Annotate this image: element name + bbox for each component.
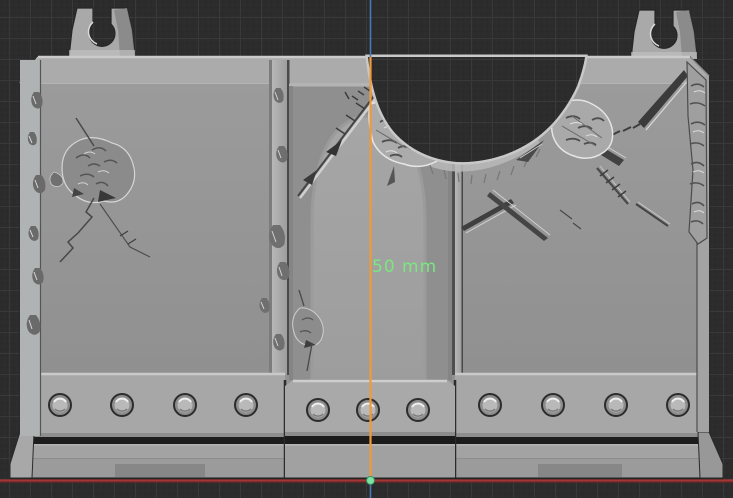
top-edge-band	[20, 57, 709, 84]
rivet	[605, 394, 627, 416]
rivet	[357, 399, 379, 421]
rivet	[407, 399, 429, 421]
rivet	[667, 394, 689, 416]
rivet	[49, 394, 71, 416]
base-notch-left	[115, 464, 205, 477]
viewport-canvas[interactable]: 50 mm	[0, 0, 733, 498]
measurement-label: 50 mm	[372, 257, 437, 277]
rivet	[479, 394, 501, 416]
rivet	[307, 399, 329, 421]
measure-endpoint[interactable]	[367, 477, 375, 485]
bevel-column-left	[20, 60, 40, 436]
damaged-wall-model[interactable]	[10, 8, 723, 481]
rivet	[174, 394, 196, 416]
rivet	[542, 394, 564, 416]
rivet	[235, 394, 257, 416]
base-notch-right	[538, 464, 622, 477]
viewport[interactable]: 50 mm	[0, 0, 733, 498]
rivet	[111, 394, 133, 416]
